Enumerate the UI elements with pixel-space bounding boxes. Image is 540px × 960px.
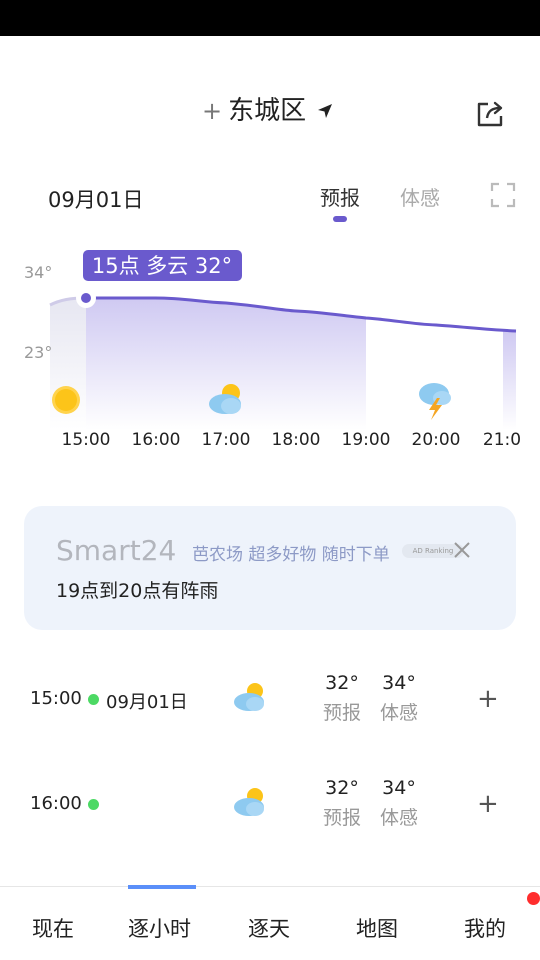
close-icon[interactable] — [452, 540, 472, 560]
expand-row-button[interactable]: + — [477, 686, 499, 712]
date-tab-row: 09月01日 预报 体感 — [0, 178, 540, 228]
row-date: 09月01日 — [106, 692, 188, 713]
time-label: 21:0 — [483, 430, 521, 450]
hourly-temperature-chart[interactable]: 15点 多云 32° 34° 23° 15:00 16:00 17:00 18:… — [0, 240, 540, 460]
partly-cloudy-icon — [234, 788, 264, 816]
row-time: 16:00 — [30, 793, 82, 814]
time-label: 15:00 — [62, 430, 111, 450]
nav-now[interactable]: 现在 — [32, 913, 74, 943]
feel-column: 34° 体感 — [374, 672, 424, 725]
status-dot — [88, 694, 99, 705]
nav-map[interactable]: 地图 — [356, 913, 398, 943]
time-label: 18:00 — [272, 430, 321, 450]
feel-column: 34° 体感 — [374, 777, 424, 830]
thunderstorm-icon — [419, 383, 451, 420]
active-tab-indicator — [333, 216, 347, 222]
feel-label: 体感 — [379, 702, 418, 724]
fullscreen-icon[interactable] — [490, 182, 516, 208]
feel-temp: 34° — [382, 777, 416, 799]
status-bar — [0, 0, 540, 36]
sun-icon — [52, 386, 80, 414]
location-selector[interactable]: + 东城区 — [202, 98, 334, 124]
time-label: 20:00 — [412, 430, 461, 450]
forecast-temp: 32° — [325, 777, 359, 799]
y-label-high: 34° — [24, 263, 52, 282]
rain-message: 19点到20点有阵雨 — [56, 580, 219, 602]
bottom-nav: 现在 逐小时 逐天 地图 我的 — [0, 885, 540, 960]
forecast-label: 预报 — [322, 807, 361, 829]
current-point — [81, 293, 91, 303]
partly-cloudy-icon — [234, 683, 264, 711]
forecast-temp: 32° — [325, 672, 359, 694]
forecast-column: 32° 预报 — [317, 777, 367, 830]
row-time: 15:00 — [30, 688, 82, 709]
tab-forecast[interactable]: 预报 — [320, 182, 360, 211]
brand-label: Smart24 — [56, 534, 177, 567]
chart-tooltip: 15点 多云 32° — [92, 254, 232, 278]
locate-arrow-icon — [318, 104, 333, 118]
forecast-column: 32° 预报 — [317, 672, 367, 725]
expand-row-button[interactable]: + — [477, 791, 499, 817]
city-name[interactable]: 东城区 — [228, 98, 306, 124]
nav-me[interactable]: 我的 — [464, 913, 506, 943]
feel-temp: 34° — [382, 672, 416, 694]
header: + 东城区 — [0, 88, 540, 140]
nav-daily[interactable]: 逐天 — [248, 913, 290, 943]
hourly-row[interactable]: 16:00 32° 预报 34° 体感 + — [0, 765, 540, 845]
status-dot — [88, 799, 99, 810]
share-icon[interactable] — [474, 98, 506, 130]
notification-dot — [527, 892, 540, 905]
forecast-label: 预报 — [322, 702, 361, 724]
current-date: 09月01日 — [48, 188, 144, 212]
add-city-icon[interactable]: + — [202, 99, 222, 123]
feel-label: 体感 — [379, 807, 418, 829]
time-label: 17:00 — [202, 430, 251, 450]
ad-text[interactable]: 芭农场 超多好物 随时下单 — [192, 540, 390, 565]
time-label: 19:00 — [342, 430, 391, 450]
tab-feels-like[interactable]: 体感 — [400, 182, 440, 211]
active-nav-indicator — [128, 885, 196, 889]
nav-hourly[interactable]: 逐小时 — [128, 913, 191, 943]
alert-card[interactable]: Smart24 芭农场 超多好物 随时下单 AD Ranking 19点到20点… — [24, 506, 516, 630]
hourly-row[interactable]: 15:00 09月01日 32° 预报 34° 体感 + — [0, 660, 540, 740]
y-label-low: 23° — [24, 343, 52, 362]
time-label: 16:00 — [132, 430, 181, 450]
